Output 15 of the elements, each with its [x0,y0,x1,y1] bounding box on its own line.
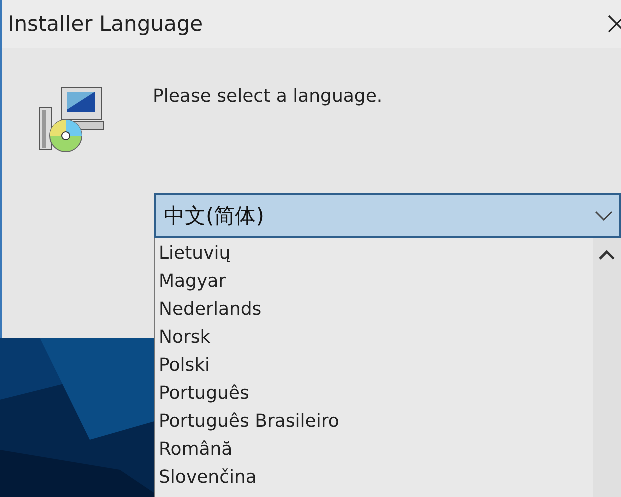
language-option[interactable]: Slovenčina [155,464,593,492]
language-option[interactable]: Português [155,380,593,408]
window-title: Installer Language [8,12,204,36]
language-option[interactable]: Magyar [155,268,593,296]
language-option[interactable]: Polski [155,352,593,380]
chevron-down-icon [595,210,613,220]
language-option[interactable]: Lietuvių [155,240,593,268]
language-dropdown[interactable]: 中文(简体) [154,193,621,238]
prompt-text: Please select a language. [153,86,383,107]
language-option[interactable]: Nederlands [155,296,593,324]
language-option[interactable]: Português Brasileiro [155,408,593,436]
language-option[interactable]: Română [155,436,593,464]
close-icon[interactable] [607,14,621,34]
scroll-up-icon[interactable] [599,250,615,260]
language-option[interactable]: Norsk [155,324,593,352]
